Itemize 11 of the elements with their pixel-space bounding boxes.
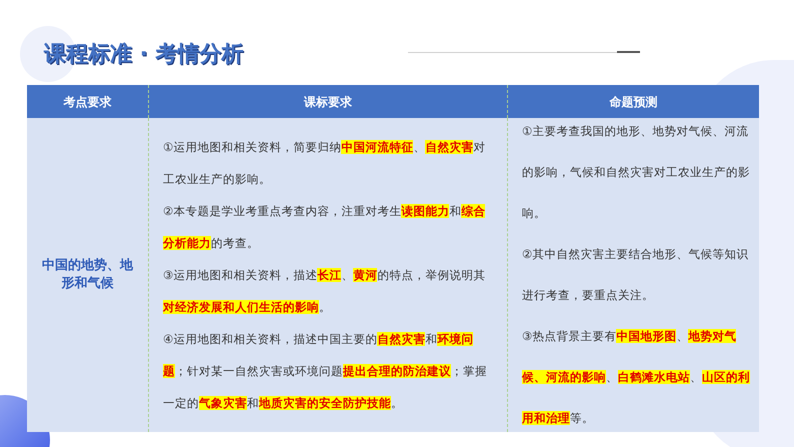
requirement-text: ③运用地图和相关资料，描述长江、黄河的特点，举例说明其对经济发展和人们生活的影响。 — [163, 267, 486, 316]
requirement-text: ④运用地图和相关资料，描述中国主要的自然灾害和环境问题；针对某一自然灾害或环境问题提出合理的防治建议；掌握一定的气象灾害和地质灾害的安全防护技能。 — [163, 331, 488, 412]
prediction-text: ②其中自然灾害主要结合地形、气候等知识进行考查，要重点关注。 — [522, 246, 750, 304]
prediction-text: ①主要考查我国的地形、地势对气候、河流的影响，气候和自然灾害对工农业生产的影响。 — [522, 123, 751, 222]
column-header: 考点要求 — [62, 94, 112, 110]
requirement-text: ①运用地图和相关资料，简要归纳中国河流特征、自然灾害对工农业生产的影响。 — [163, 139, 486, 188]
requirement-text: ②本专题是学业考重点考查内容，注重对考生读图能力和综合分析能力的考查。 — [163, 203, 486, 252]
prediction-text: ③热点背景主要有中国地形图、地势对气候、河流的影响、白鹤滩水电站、山区的利用和治理等。 — [522, 328, 751, 427]
table-cell-text: 中国的地势、地形和气候 — [41, 257, 134, 293]
slide-title: 课程标准 · 考情分析 — [44, 41, 244, 69]
decorative-line — [617, 51, 640, 53]
